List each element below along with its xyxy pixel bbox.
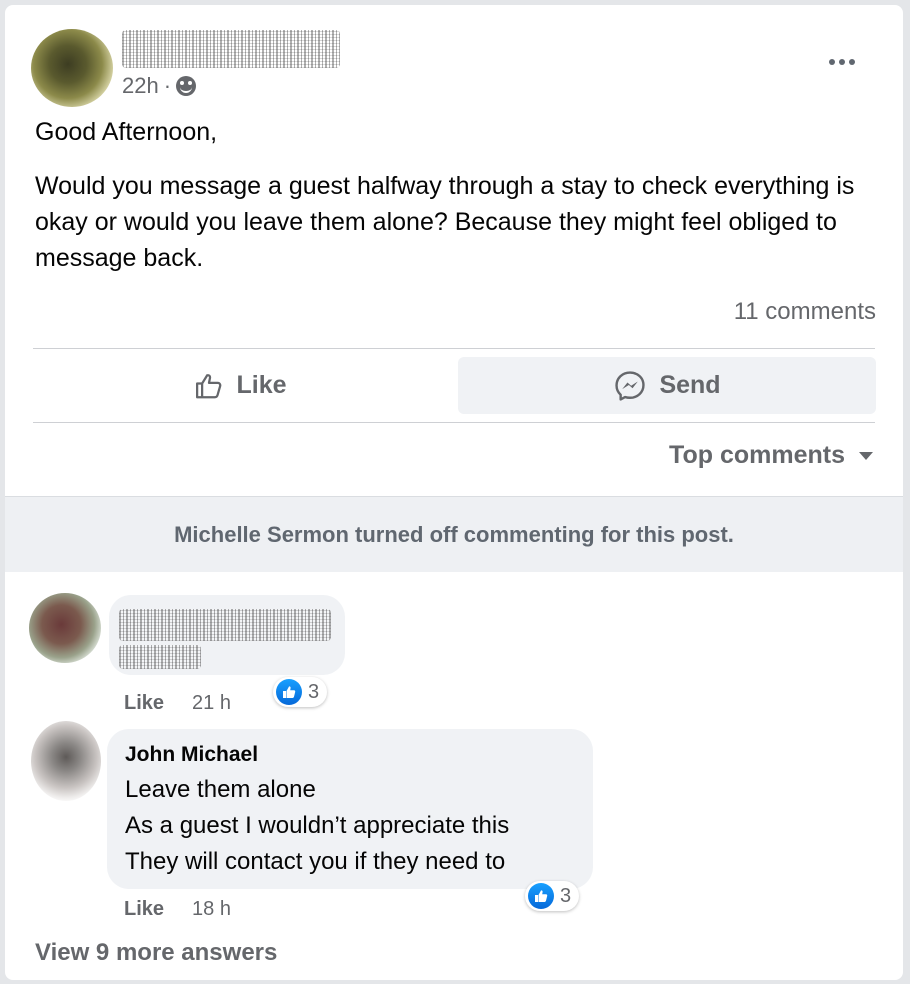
post-greeting: Good Afternoon, xyxy=(35,118,218,146)
more-options-icon[interactable] xyxy=(825,52,859,72)
post-time[interactable]: 22h xyxy=(122,73,159,99)
reaction-count-pill[interactable]: 3 xyxy=(525,881,580,911)
comment-line: Leave them alone xyxy=(125,776,316,803)
commenting-off-notice: Michelle Sermon turned off commenting fo… xyxy=(5,496,903,572)
like-button[interactable]: Like xyxy=(33,357,448,414)
send-button-label: Send xyxy=(659,371,721,399)
caret-down-icon xyxy=(859,451,873,460)
comment-line: As a guest I wouldn’t appreciate this xyxy=(125,812,510,839)
commenter-avatar[interactable] xyxy=(31,721,101,801)
comment-author[interactable]: John Michael xyxy=(125,743,258,767)
post-author-avatar[interactable] xyxy=(31,29,113,107)
comment-meta: Like 21 h xyxy=(124,692,231,715)
comment-text-redacted xyxy=(119,645,201,669)
commenter-avatar[interactable] xyxy=(29,593,101,663)
meta-separator: · xyxy=(163,73,172,98)
comment-text-redacted xyxy=(119,609,331,641)
like-button-label: Like xyxy=(236,371,287,399)
divider xyxy=(33,422,875,423)
post-card: 22h · Good Afternoon, Would you message … xyxy=(5,5,903,980)
view-more-answers-link[interactable]: View 9 more answers xyxy=(35,939,277,967)
divider xyxy=(33,348,875,349)
post-meta: 22h · xyxy=(122,73,197,99)
comment-like-link[interactable]: Like xyxy=(124,898,164,921)
top-comments-dropdown[interactable]: Top comments xyxy=(669,441,873,470)
comment-time[interactable]: 21 h xyxy=(192,692,231,715)
thumbs-up-outline-icon xyxy=(196,373,222,398)
comment-like-link[interactable]: Like xyxy=(124,692,164,715)
comments-count[interactable]: 11 comments xyxy=(734,298,876,326)
reaction-count-pill[interactable]: 3 xyxy=(273,677,328,707)
reaction-count: 3 xyxy=(560,884,572,907)
post-author-name-redacted[interactable] xyxy=(122,30,340,68)
send-button[interactable]: Send xyxy=(458,357,876,414)
reaction-count: 3 xyxy=(308,680,320,703)
messenger-icon xyxy=(615,370,646,401)
like-reaction-icon xyxy=(528,883,554,909)
like-reaction-icon xyxy=(276,679,302,705)
comment-line: They will contact you if they need to xyxy=(125,848,506,875)
comment-time[interactable]: 18 h xyxy=(192,898,231,921)
post-body: Would you message a guest halfway throug… xyxy=(35,172,855,272)
public-globe-icon[interactable] xyxy=(176,76,197,96)
comment-meta: Like 18 h xyxy=(124,898,231,921)
sort-label: Top comments xyxy=(669,441,845,469)
